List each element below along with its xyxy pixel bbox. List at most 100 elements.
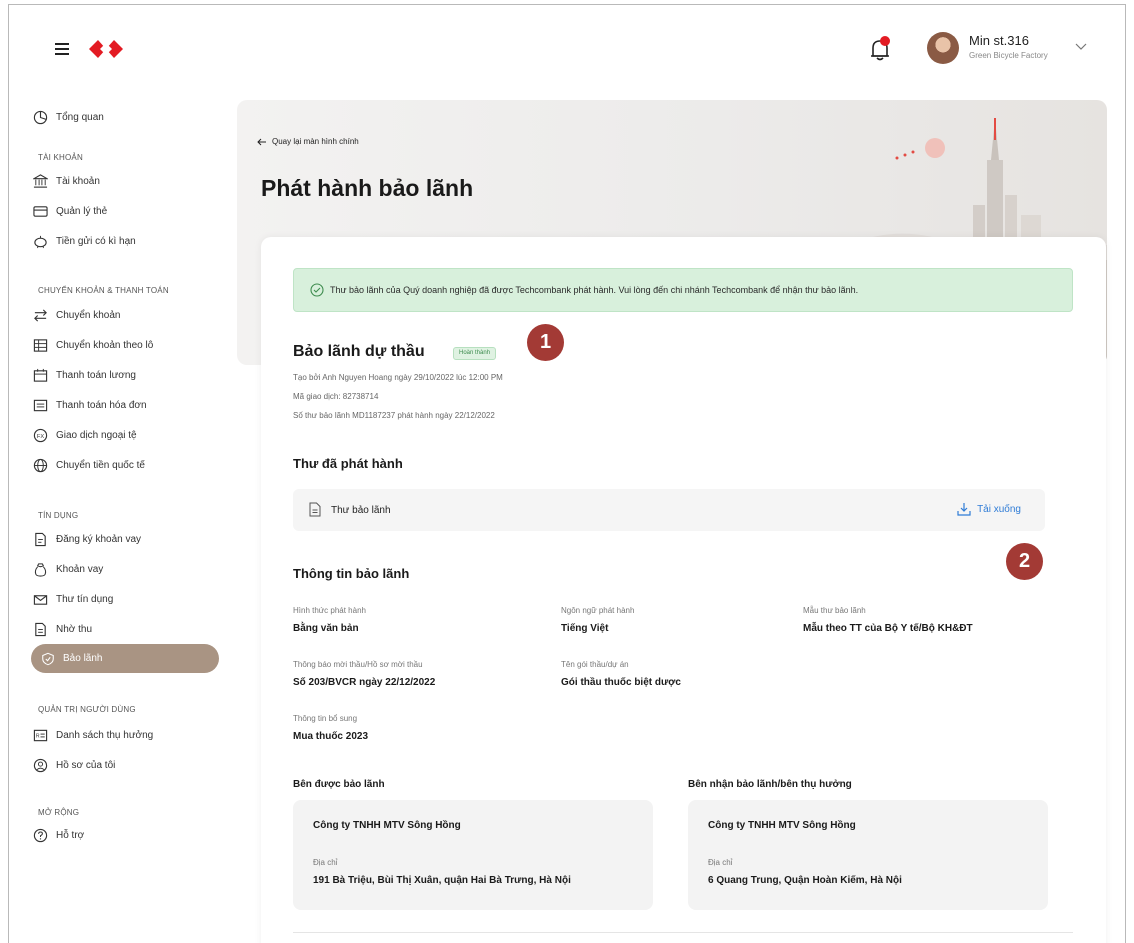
arrow-left-icon (257, 138, 266, 145)
sidebar-item-label: Giao dịch ngoại tệ (56, 429, 137, 441)
field-label: Ngôn ngữ phát hành (561, 606, 635, 615)
created-by-text: Tạo bởi Anh Nguyen Hoang ngày 29/10/2022… (293, 373, 503, 382)
annotation-marker-1: 1 (527, 324, 564, 361)
sidebar-item-bill-payment[interactable]: Thanh toán hóa đơn (33, 391, 147, 419)
sidebar-item-international[interactable]: Chuyển tiền quốc tế (33, 451, 145, 479)
beneficiary-party-card: Công ty TNHH MTV Sông Hồng Địa chỉ 6 Qua… (688, 800, 1048, 910)
sidebar-item-label: Hỗ trợ (56, 829, 85, 841)
sidebar-item-payroll[interactable]: Thanh toán lương (33, 361, 136, 389)
guarantee-detail-card: Thư bảo lãnh của Quý doanh nghiệp đã đượ… (261, 237, 1106, 943)
sidebar-item-cards[interactable]: Quản lý thẻ (33, 197, 107, 225)
sidebar-section-transfer: CHUYỂN KHOẢN & THANH TOÁN (38, 286, 169, 295)
table-icon (33, 338, 48, 352)
user-name[interactable]: Min st.316 (969, 33, 1029, 48)
help-icon (33, 828, 48, 842)
field-value: Gói thầu thuốc biệt dược (561, 677, 681, 688)
sidebar-item-loans[interactable]: Khoản vay (33, 555, 103, 583)
fx-icon: FX (33, 428, 48, 442)
issued-section-title: Thư đã phát hành (293, 456, 403, 471)
shield-check-icon (42, 652, 54, 665)
sidebar-item-label: Đăng ký khoản vay (56, 533, 142, 545)
download-button[interactable]: Tải xuống (957, 502, 1021, 516)
party-address: 6 Quang Trung, Quận Hoàn Kiếm, Hà Nội (708, 875, 902, 886)
top-bar: Min st.316 Green Bicycle Factory (9, 5, 1125, 95)
sidebar-item-account[interactable]: Tài khoản (33, 167, 100, 195)
sidebar-item-beneficiaries[interactable]: R Danh sách thụ hưởng (33, 721, 153, 749)
party-name: Công ty TNHH MTV Sông Hồng (313, 820, 461, 831)
field-value: Bằng văn bản (293, 623, 359, 634)
back-link[interactable]: Quay lại màn hình chính (257, 137, 359, 146)
piggy-bank-icon (34, 235, 47, 248)
field-value: Mua thuốc 2023 (293, 731, 369, 742)
user-circle-icon (33, 758, 48, 772)
menu-icon[interactable] (55, 43, 69, 55)
sidebar-item-collection[interactable]: Nhờ thu (33, 615, 92, 643)
sidebar-item-term-deposit[interactable]: Tiền gửi có kì hạn (33, 227, 136, 255)
party-name: Công ty TNHH MTV Sông Hồng (708, 820, 856, 831)
sidebar-item-support[interactable]: Hỗ trợ (33, 821, 84, 849)
document-name: Thư bảo lãnh (331, 505, 391, 516)
avatar[interactable] (927, 32, 959, 64)
sidebar-item-label: Bảo lãnh (63, 653, 103, 664)
svg-text:FX: FX (37, 433, 44, 439)
sidebar-section-extend: MỞ RỘNG (38, 808, 80, 817)
field-value: Mẫu theo TT của Bộ Y tế/Bộ KH&ĐT (803, 623, 973, 634)
transaction-id-text: Mã giao dịch: 82738714 (293, 392, 379, 401)
document-edit-icon (35, 532, 46, 546)
sidebar-item-label: Khoản vay (56, 563, 104, 575)
status-badge: Hoàn thành (453, 347, 497, 360)
download-icon (957, 503, 971, 516)
success-alert: Thư bảo lãnh của Quý doanh nghiệp đã đượ… (293, 268, 1073, 312)
divider (293, 932, 1073, 933)
chevron-down-icon[interactable] (1075, 43, 1087, 51)
sidebar-item-label: Chuyển khoản theo lô (56, 339, 154, 351)
sidebar-item-fx[interactable]: FX Giao dịch ngoại tệ (33, 421, 137, 449)
card-icon (33, 205, 48, 217)
calendar-icon (33, 368, 48, 382)
sidebar-item-batch-transfer[interactable]: Chuyển khoản theo lô (33, 331, 153, 359)
globe-icon (33, 458, 48, 472)
download-label: Tải xuống (977, 503, 1021, 515)
sidebar-item-guarantee[interactable]: Bảo lãnh (31, 644, 219, 673)
field-label: Thông báo mời thầu/Hồ sơ mời thầu (293, 660, 423, 669)
bell-icon[interactable] (867, 35, 893, 63)
guarantee-title: Bảo lãnh dự thầu (293, 343, 425, 360)
field-label: Hình thức phát hành (293, 606, 366, 615)
sidebar-item-transfer[interactable]: Chuyển khoản (33, 301, 121, 329)
field-label: Tên gói thầu/dự án (561, 660, 629, 669)
document-icon (35, 622, 46, 636)
money-bag-icon (34, 562, 47, 577)
sidebar-item-label: Danh sách thụ hưởng (56, 729, 154, 741)
sidebar-item-my-profile[interactable]: Hồ sơ của tôi (33, 751, 115, 779)
back-link-label: Quay lại màn hình chính (272, 137, 359, 146)
sidebar-item-letter-of-credit[interactable]: Thư tín dụng (33, 585, 113, 613)
sidebar-item-label: Tiền gửi có kì hạn (56, 235, 136, 247)
sidebar-item-label: Nhờ thu (56, 623, 93, 635)
party-address: 191 Bà Triệu, Bùi Thị Xuân, quận Hai Bà … (313, 875, 571, 886)
field-label: Thông tin bổ sung (293, 714, 358, 723)
alert-text: Thư bảo lãnh của Quý doanh nghiệp đã đượ… (330, 285, 859, 295)
page-title: Phát hành bảo lãnh (261, 175, 474, 201)
address-label: Địa chỉ (313, 858, 338, 867)
beneficiary-party-heading: Bên nhận bảo lãnh/bên thụ hưởng (688, 779, 852, 790)
sidebar-item-label: Thanh toán hóa đơn (56, 399, 147, 411)
field-label: Mẫu thư bảo lãnh (803, 606, 866, 615)
sidebar-item-overview[interactable]: Tổng quan (33, 103, 104, 131)
sidebar-item-label: Chuyển khoản (56, 309, 121, 321)
sidebar-section-account: TÀI KHOẢN (38, 153, 83, 162)
sidebar-section-user-admin: QUẢN TRỊ NGƯỜI DÙNG (38, 705, 136, 714)
guaranteed-party-heading: Bên được bảo lãnh (293, 779, 385, 790)
address-label: Địa chỉ (708, 858, 733, 867)
annotation-marker-2: 2 (1006, 543, 1043, 580)
issued-document-row: Thư bảo lãnh Tải xuống (293, 489, 1045, 531)
user-company: Green Bicycle Factory (969, 51, 1048, 60)
sidebar-item-label: Hồ sơ của tôi (56, 759, 116, 771)
techcombank-logo[interactable] (89, 38, 123, 60)
app-window: Min st.316 Green Bicycle Factory Tổng qu… (8, 4, 1126, 943)
guaranteed-party-card: Công ty TNHH MTV Sông Hồng Địa chỉ 191 B… (293, 800, 653, 910)
bank-icon (33, 173, 48, 188)
letter-number-text: Số thư bảo lãnh MD1187237 phát hành ngày… (293, 411, 495, 420)
sidebar-item-label: Thanh toán lương (56, 369, 136, 381)
contact-list-icon: R (33, 729, 48, 741)
sidebar-item-loan-register[interactable]: Đăng ký khoản vay (33, 525, 141, 553)
